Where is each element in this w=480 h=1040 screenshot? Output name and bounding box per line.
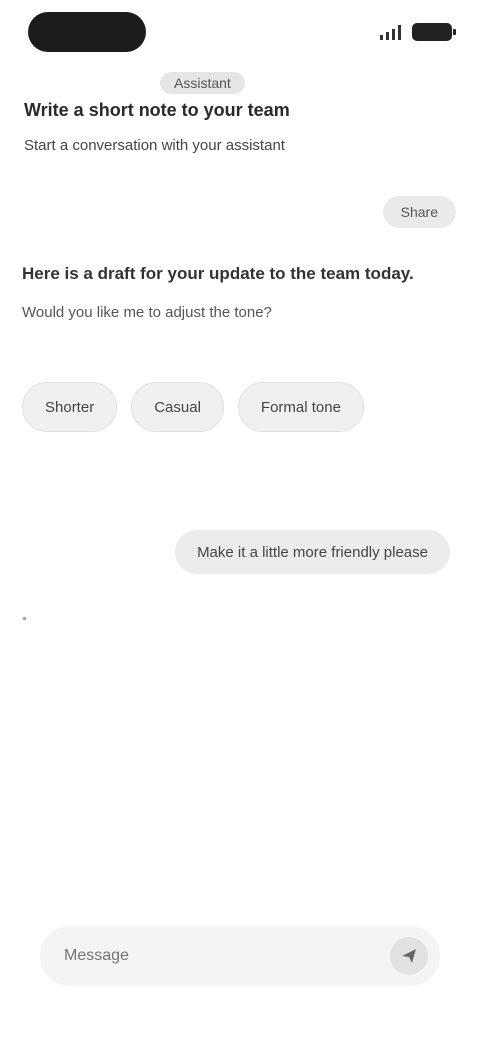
send-button[interactable] — [390, 937, 428, 975]
send-icon — [402, 949, 416, 963]
status-icons — [378, 23, 456, 41]
assistant-message-text: Here is a draft for your update to the t… — [22, 264, 414, 283]
signal-icon — [380, 25, 401, 40]
assistant-message: Here is a draft for your update to the t… — [22, 262, 422, 321]
status-pill — [28, 12, 146, 52]
share-chip[interactable]: Share — [382, 196, 456, 228]
small-mark: • — [22, 610, 27, 626]
header-title: Write a short note to your team — [24, 100, 290, 120]
message-input-bar[interactable] — [40, 926, 440, 986]
header-subtitle: Assistant — [160, 72, 245, 94]
battery-icon — [412, 23, 456, 41]
message-input[interactable] — [62, 946, 346, 966]
assistant-message-sub: Would you like me to adjust the tone? — [22, 304, 272, 321]
header-description: Start a conversation with your assistant — [24, 137, 285, 154]
suggestion-chip-formal[interactable]: Formal tone — [237, 382, 364, 432]
suggestion-chips: Shorter Casual Formal tone — [22, 382, 364, 432]
user-message-bubble: Make it a little more friendly please — [175, 530, 450, 574]
suggestion-chip-casual[interactable]: Casual — [131, 382, 224, 432]
status-bar — [0, 0, 480, 64]
header: Assistant Write a short note to your tea… — [24, 72, 454, 154]
suggestion-chip-shorter[interactable]: Shorter — [22, 382, 118, 432]
